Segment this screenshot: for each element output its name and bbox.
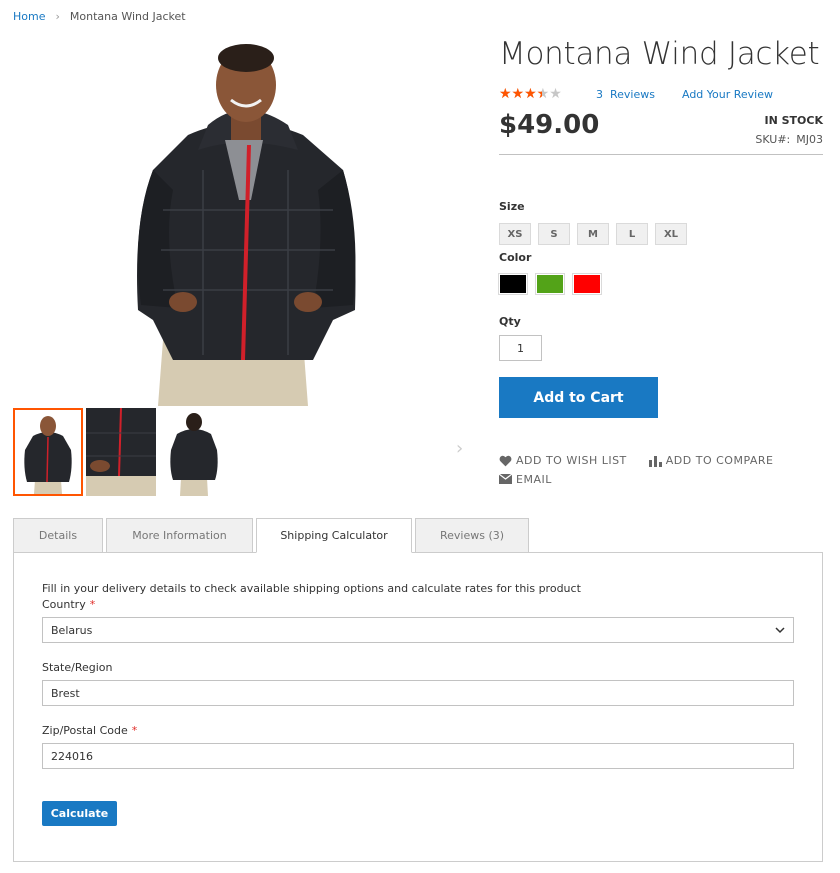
zip-value: 224016 bbox=[51, 749, 93, 763]
tab-more-information[interactable]: More Information bbox=[106, 518, 253, 553]
compare-label: Add to Compare bbox=[665, 454, 774, 467]
thumbnail-strip bbox=[13, 408, 229, 496]
calculate-button[interactable]: Calculate bbox=[42, 801, 117, 826]
zip-label-text: Zip/Postal Code bbox=[42, 724, 128, 737]
reviews-label: Reviews bbox=[610, 87, 655, 101]
product-sku: SKU#: MJ03 bbox=[755, 133, 823, 146]
region-value: Brest bbox=[51, 686, 80, 700]
thumbnail-back[interactable] bbox=[159, 408, 229, 496]
country-label: Country * bbox=[42, 598, 95, 611]
envelope-icon bbox=[499, 474, 512, 484]
breadcrumb-current: Montana Wind Jacket bbox=[69, 10, 186, 23]
divider bbox=[499, 154, 823, 155]
product-price: $49.00 bbox=[499, 110, 600, 140]
required-marker: * bbox=[89, 598, 96, 611]
size-swatches: XS S M L XL bbox=[499, 223, 687, 245]
size-label: Size bbox=[499, 200, 525, 213]
next-image-arrow[interactable]: › bbox=[456, 438, 463, 459]
country-label-text: Country bbox=[42, 598, 86, 611]
size-swatch-xs[interactable]: XS bbox=[499, 223, 531, 245]
country-value: Belarus bbox=[51, 623, 93, 637]
product-main-image[interactable] bbox=[13, 40, 476, 406]
email-link[interactable]: Email bbox=[499, 473, 552, 486]
thumbnail-detail[interactable] bbox=[86, 408, 156, 496]
chevron-right-icon: › bbox=[55, 10, 60, 23]
sku-value: MJ03 bbox=[796, 133, 823, 146]
color-swatch-red[interactable] bbox=[572, 273, 602, 295]
tab-shipping-calculator[interactable]: Shipping Calculator bbox=[256, 518, 412, 553]
reviews-link[interactable]: 3 Reviews bbox=[596, 88, 655, 101]
region-input[interactable]: Brest bbox=[42, 680, 794, 706]
rating-stars: ★★★★★ ★★★★★ bbox=[499, 86, 571, 102]
add-to-compare-link[interactable]: Add to Compare bbox=[648, 454, 774, 467]
size-swatch-s[interactable]: S bbox=[538, 223, 570, 245]
rating-summary: ★★★★★ ★★★★★ 3 Reviews Add Your Review bbox=[499, 86, 773, 102]
star-filled-icon: ★★★★★ bbox=[499, 86, 542, 102]
chevron-down-icon bbox=[775, 626, 785, 633]
bar-chart-icon bbox=[648, 455, 662, 467]
zip-label: Zip/Postal Code * bbox=[42, 724, 137, 737]
shipping-calculator-panel: Fill in your delivery details to check a… bbox=[13, 552, 823, 862]
reviews-count: 3 bbox=[596, 87, 603, 101]
heart-icon bbox=[499, 455, 512, 466]
zip-input[interactable]: 224016 bbox=[42, 743, 794, 769]
shipping-intro-text: Fill in your delivery details to check a… bbox=[42, 582, 581, 595]
required-marker: * bbox=[131, 724, 138, 737]
wishlist-label: Add to Wish List bbox=[516, 454, 627, 467]
product-tabs: Details More Information Shipping Calcul… bbox=[13, 518, 532, 553]
region-label: State/Region bbox=[42, 661, 113, 674]
size-swatch-m[interactable]: M bbox=[577, 223, 609, 245]
email-label: Email bbox=[516, 472, 552, 486]
product-actions: Add to Wish List Add to Compare Email bbox=[499, 454, 792, 487]
add-to-cart-button[interactable]: Add to Cart bbox=[499, 377, 658, 418]
add-review-link[interactable]: Add Your Review bbox=[682, 88, 773, 101]
color-swatches bbox=[498, 273, 602, 295]
size-swatch-l[interactable]: L bbox=[616, 223, 648, 245]
add-to-wishlist-link[interactable]: Add to Wish List bbox=[499, 454, 627, 467]
stock-status: IN STOCK bbox=[764, 114, 823, 127]
tab-details[interactable]: Details bbox=[13, 518, 103, 553]
qty-label: Qty bbox=[499, 315, 521, 328]
color-swatch-black[interactable] bbox=[498, 273, 528, 295]
country-select[interactable]: Belarus bbox=[42, 617, 794, 643]
sku-label: SKU#: bbox=[755, 133, 791, 146]
product-title: Montana Wind Jacket bbox=[499, 36, 820, 72]
qty-input[interactable] bbox=[499, 335, 542, 361]
tab-reviews[interactable]: Reviews (3) bbox=[415, 518, 529, 553]
color-label: Color bbox=[499, 251, 532, 264]
breadcrumb-home-link[interactable]: Home bbox=[13, 10, 45, 23]
breadcrumb: Home › Montana Wind Jacket bbox=[13, 10, 186, 23]
thumbnail-front[interactable] bbox=[13, 408, 83, 496]
color-swatch-green[interactable] bbox=[535, 273, 565, 295]
size-swatch-xl[interactable]: XL bbox=[655, 223, 687, 245]
